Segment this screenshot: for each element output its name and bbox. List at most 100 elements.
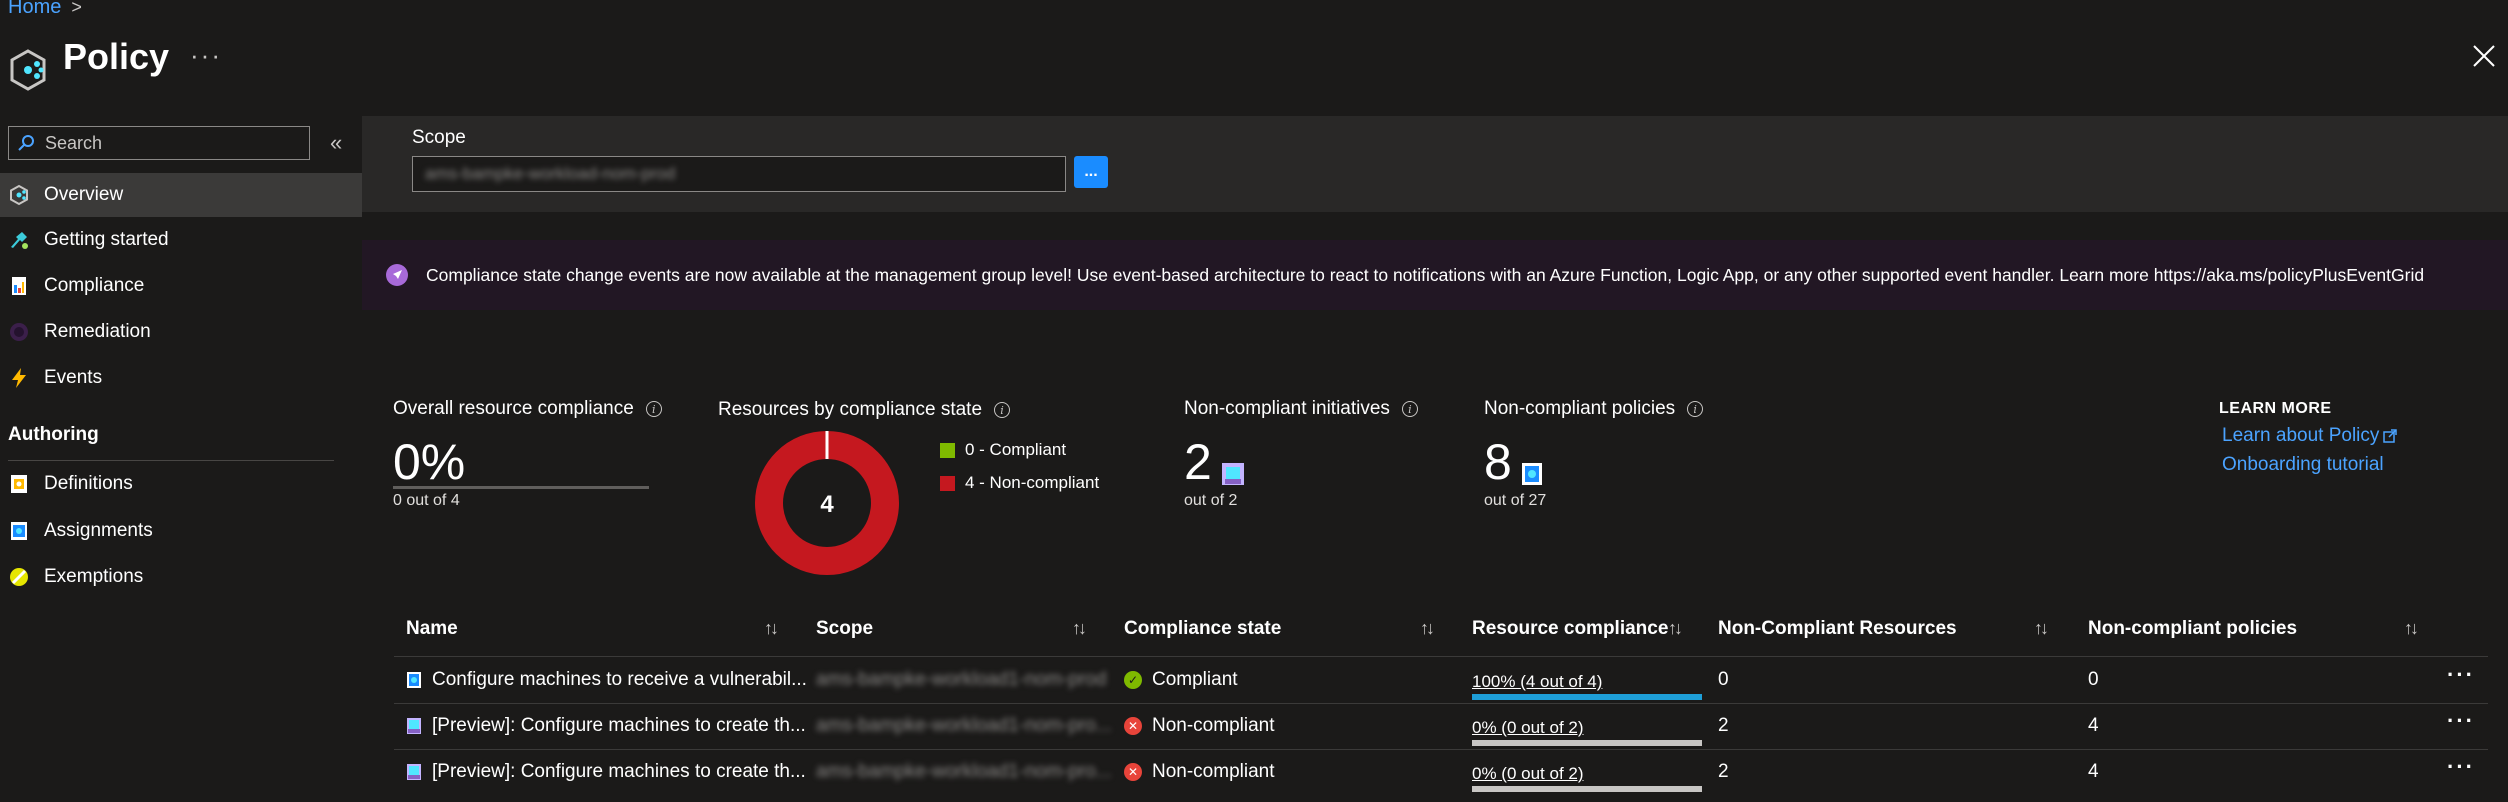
page-title: Policy [63, 36, 170, 77]
sort-icon[interactable]: ↑↓ [1668, 618, 1683, 639]
cell-resource-compliance[interactable]: 0% (0 out of 2) [1472, 764, 1702, 792]
sidebar-item-overview[interactable]: Overview [0, 173, 362, 217]
policy-icon [1521, 463, 1542, 485]
cell-name[interactable]: Configure machines to receive a vulnerab… [406, 669, 807, 691]
banner-text[interactable]: Compliance state change events are now a… [426, 265, 2424, 286]
more-options-button[interactable]: ··· [190, 40, 222, 71]
initiative-icon [1221, 463, 1244, 485]
scope-input[interactable]: ams-bampke-workload-nom-prod [412, 156, 1066, 192]
column-header-noncompliant-policies[interactable]: Non-compliant policies [2088, 618, 2297, 640]
noncompliant-initiatives-sub: out of 2 [1184, 492, 1238, 509]
sidebar-item-events[interactable]: Events [0, 356, 362, 400]
resource-compliance-bar [1472, 740, 1702, 746]
sidebar-item-exemptions[interactable]: Exemptions [0, 555, 362, 599]
row-more-button[interactable]: ··· [2447, 754, 2475, 780]
cell-resource-compliance[interactable]: 0% (0 out of 2) [1472, 718, 1702, 746]
learn-more-title: LEARN MORE [2219, 400, 2332, 417]
breadcrumb: Home > [8, 0, 82, 19]
column-header-scope[interactable]: Scope [816, 618, 873, 640]
sidebar-item-label: Overview [44, 184, 124, 205]
sort-icon[interactable]: ↑↓ [1072, 618, 1087, 639]
sidebar-item-label: Assignments [44, 520, 153, 541]
sidebar-item-assignments[interactable]: Assignments [0, 509, 362, 553]
resource-compliance-bar [1472, 694, 1702, 700]
sidebar-item-remediation[interactable]: Remediation [0, 310, 362, 354]
overall-compliance-sub: 0 out of 4 [393, 492, 460, 509]
initiative-icon [407, 718, 421, 734]
remediation-icon [10, 323, 28, 341]
legend-swatch [940, 442, 955, 458]
noncompliant-initiatives-value-group: 2 [1184, 437, 1246, 487]
lightning-icon [12, 368, 26, 388]
donut-center-value: 4 [820, 491, 834, 518]
sidebar-item-compliance[interactable]: Compliance [0, 264, 362, 308]
info-icon[interactable]: i [1401, 401, 1418, 417]
resource-compliance-bar [1472, 786, 1702, 792]
cell-noncompliant-resources: 2 [1718, 715, 1729, 736]
search-input[interactable] [43, 131, 307, 155]
cell-noncompliant-policies: 4 [2088, 715, 2099, 736]
scope-label: Scope [412, 127, 466, 148]
breadcrumb-separator: > [71, 0, 82, 17]
column-header-noncompliant-resources[interactable]: Non-Compliant Resources [1718, 618, 1957, 640]
column-header-name[interactable]: Name [406, 618, 458, 640]
search-box[interactable] [8, 126, 310, 160]
overall-compliance-title: Overall resource compliance i [393, 398, 662, 420]
error-icon: ✕ [1124, 763, 1142, 781]
onboarding-tutorial-link[interactable]: Onboarding tutorial [2222, 454, 2384, 476]
sort-icon[interactable]: ↑↓ [1420, 618, 1435, 639]
legend-swatch [940, 475, 955, 491]
sidebar-item-label: Events [44, 367, 103, 388]
collapse-sidebar-button[interactable]: « [330, 130, 342, 156]
legend-compliant[interactable]: 0 - Compliant [940, 440, 1066, 460]
search-icon [18, 135, 34, 151]
column-header-resource-compliance[interactable]: Resource compliance [1472, 618, 1668, 640]
learn-about-policy-link[interactable]: Learn about Policy [2222, 425, 2398, 447]
row-state-text: Non-compliant [1152, 715, 1275, 736]
column-header-compliance-state[interactable]: Compliance state [1124, 618, 1281, 640]
link-label: Onboarding tutorial [2222, 454, 2384, 475]
row-divider [394, 703, 2488, 704]
getting-started-icon [11, 232, 28, 249]
close-icon[interactable] [2470, 42, 2498, 70]
info-icon[interactable]: i [994, 402, 1011, 418]
link-label: Learn about Policy [2222, 425, 2380, 446]
noncompliant-policies-title: Non-compliant policies i [1484, 398, 1704, 420]
resource-compliance-label: 100% (4 out of 4) [1472, 672, 1603, 691]
breadcrumb-home[interactable]: Home [8, 0, 61, 19]
assignments-icon [11, 522, 27, 540]
compliance-icon [12, 277, 26, 295]
sidebar-item-definitions[interactable]: Definitions [0, 462, 362, 506]
sort-icon[interactable]: ↑↓ [2034, 618, 2049, 639]
exemptions-icon [10, 568, 28, 586]
info-icon[interactable]: i [645, 401, 662, 417]
legend-noncompliant[interactable]: 4 - Non-compliant [940, 473, 1099, 493]
cell-name[interactable]: [Preview]: Configure machines to create … [406, 715, 806, 737]
resource-compliance-label: 0% (0 out of 2) [1472, 718, 1584, 737]
definitions-icon [11, 475, 27, 493]
noncompliant-initiatives-value: 2 [1184, 434, 1212, 490]
legend-label: 4 - Non-compliant [965, 473, 1100, 492]
noncompliant-policies-sub: out of 27 [1484, 492, 1547, 509]
sidebar-item-label: Compliance [44, 275, 145, 296]
sidebar-item-label: Definitions [44, 473, 133, 494]
scope-picker-button[interactable]: ... [1074, 156, 1108, 188]
row-name-text: Configure machines to receive a vulnerab… [432, 669, 807, 690]
compliance-donut-chart[interactable]: 4 [752, 428, 902, 578]
overall-compliance-value: 0% [393, 434, 466, 490]
overall-compliance-label: Overall resource compliance [393, 398, 634, 419]
sort-icon[interactable]: ↑↓ [764, 618, 779, 639]
policy-logo-icon [10, 49, 46, 91]
cell-noncompliant-resources: 2 [1718, 761, 1729, 782]
row-more-button[interactable]: ··· [2447, 708, 2475, 734]
cell-noncompliant-policies: 4 [2088, 761, 2099, 782]
sidebar-item-getting-started[interactable]: Getting started [0, 218, 362, 262]
cell-resource-compliance[interactable]: 100% (4 out of 4) [1472, 672, 1702, 700]
info-icon[interactable]: i [1687, 401, 1704, 417]
check-icon: ✓ [1124, 671, 1142, 689]
section-divider [8, 460, 334, 461]
row-more-button[interactable]: ··· [2447, 662, 2475, 688]
sort-icon[interactable]: ↑↓ [2404, 618, 2419, 639]
external-link-icon [2383, 429, 2398, 443]
cell-name[interactable]: [Preview]: Configure machines to create … [406, 761, 806, 783]
